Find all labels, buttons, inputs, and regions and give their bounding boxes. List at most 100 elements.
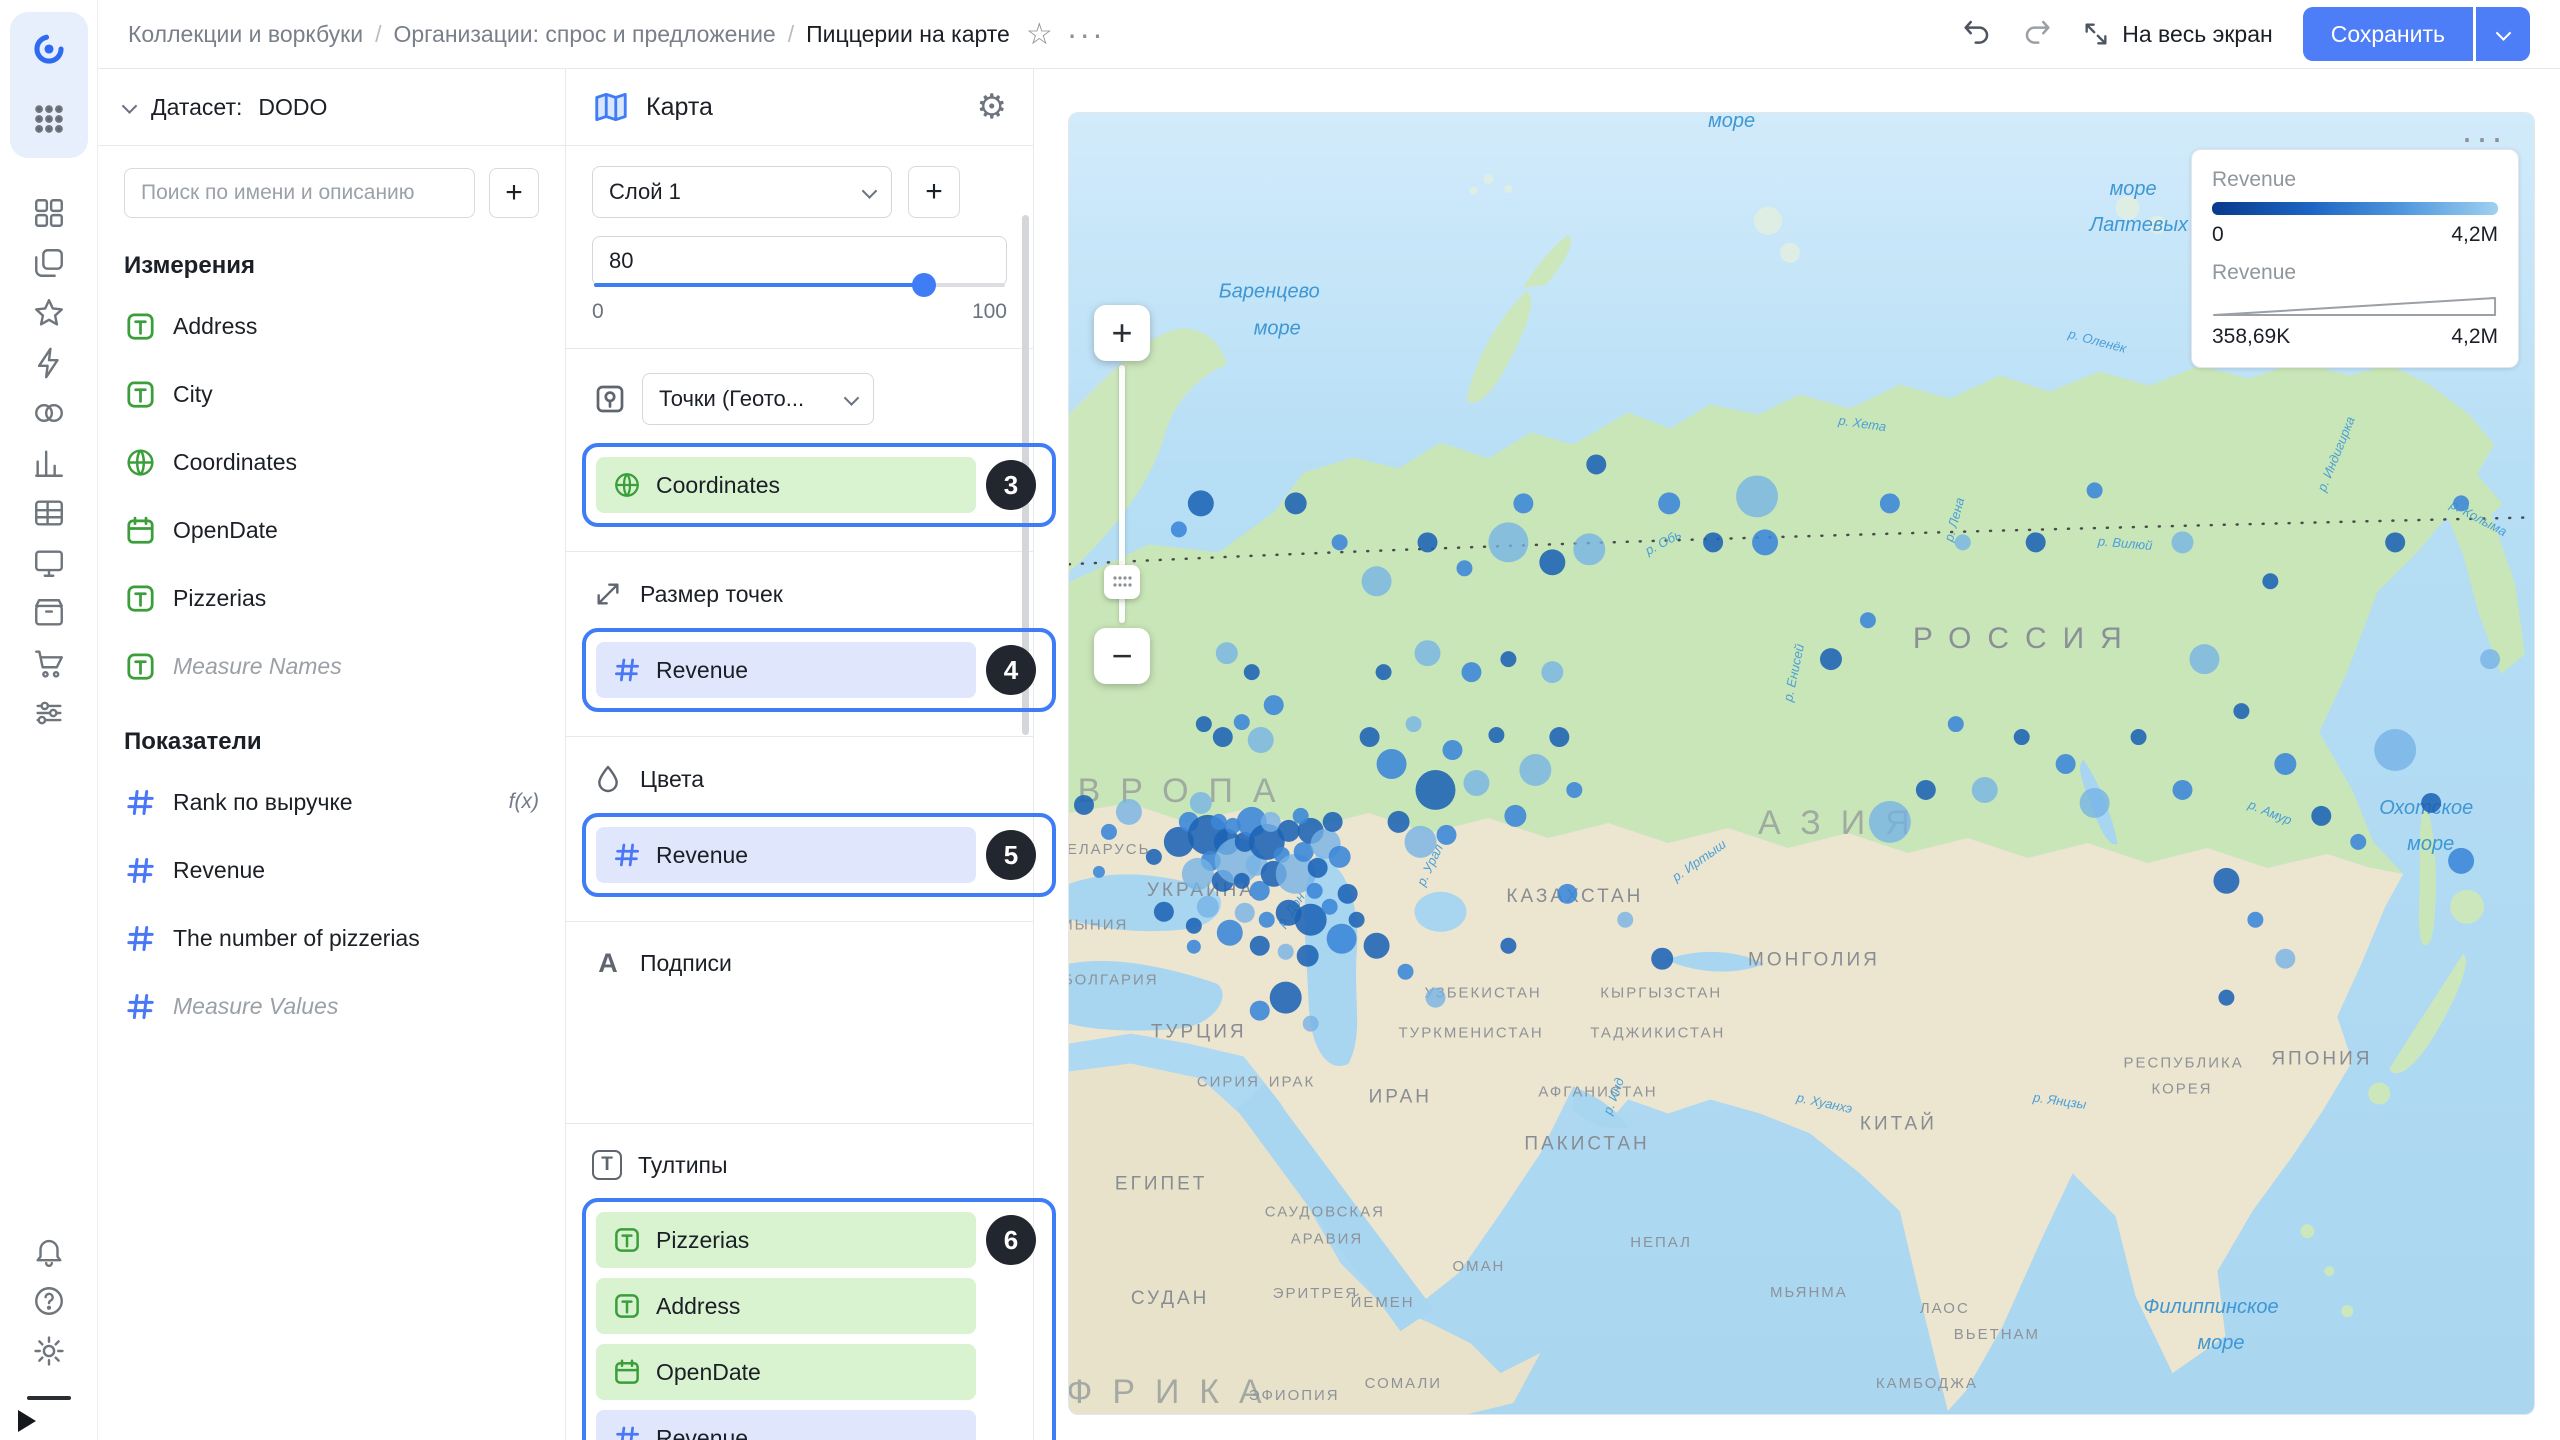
labels-section-header: A Подписи bbox=[592, 948, 1007, 979]
fullscreen-button[interactable]: На весь экран bbox=[2082, 20, 2273, 48]
tooltip-field-chip[interactable]: Address bbox=[596, 1278, 976, 1334]
chart-type-title: Карта bbox=[646, 93, 713, 122]
dimension-item[interactable]: Address bbox=[98, 292, 565, 360]
measure-field-icon bbox=[124, 786, 157, 819]
tooltip-field-chip[interactable]: Revenue bbox=[596, 1410, 976, 1440]
settings-gear-icon[interactable] bbox=[21, 1326, 77, 1376]
opacity-slider-handle[interactable] bbox=[912, 273, 936, 297]
colors-field-chip[interactable]: Revenue bbox=[596, 827, 976, 883]
svg-text:ЙЕМЕН: ЙЕМЕН bbox=[1351, 1293, 1415, 1311]
shortcuts-icon[interactable] bbox=[21, 338, 77, 388]
chevron-down-icon bbox=[2495, 25, 2511, 41]
chevron-down-icon bbox=[844, 390, 860, 406]
svg-text:ЭРИТРЕЯ: ЭРИТРЕЯ bbox=[1273, 1285, 1358, 1302]
svg-text:НЕПАЛ: НЕПАЛ bbox=[1630, 1234, 1692, 1251]
chart-config-panel: Карта ⚙ Слой 1 + 80 bbox=[566, 69, 1034, 1440]
measure-field-icon bbox=[612, 655, 642, 685]
measure-item[interactable]: Revenue bbox=[98, 836, 565, 904]
svg-text:ИРАК: ИРАК bbox=[1269, 1074, 1315, 1091]
svg-text:ЯПОНИЯ: ЯПОНИЯ bbox=[2271, 1049, 2372, 1070]
svg-text:РЕСПУБЛИКА: РЕСПУБЛИКА bbox=[2124, 1055, 2244, 1072]
annotation-badge-6: 6 bbox=[986, 1215, 1036, 1265]
dimension-item[interactable]: Pizzerias bbox=[98, 564, 565, 632]
chart-settings-gear-icon[interactable]: ⚙ bbox=[977, 87, 1007, 127]
redo-icon[interactable] bbox=[2022, 17, 2052, 52]
save-dropdown-button[interactable] bbox=[2476, 7, 2530, 61]
dataset-name[interactable]: DODO bbox=[258, 94, 327, 121]
zoom-in-button[interactable]: + bbox=[1094, 305, 1150, 361]
measures-list: Rank по выручкеf(x)RevenueThe number of … bbox=[98, 768, 565, 1040]
ruler-tool-button[interactable] bbox=[1104, 565, 1140, 599]
dimension-item[interactable]: Measure Names bbox=[98, 632, 565, 700]
breadcrumb-workbook[interactable]: Организации: спрос и предложение bbox=[393, 21, 775, 48]
legend-color-min: 0 bbox=[2212, 223, 2224, 247]
size-field-chip[interactable]: Revenue bbox=[596, 642, 976, 698]
widgets-icon[interactable] bbox=[21, 188, 77, 238]
geotype-select[interactable]: Точки (Геото... bbox=[642, 373, 874, 425]
datalens-logo[interactable] bbox=[21, 24, 77, 74]
add-field-button[interactable]: + bbox=[489, 168, 539, 218]
tooltip-field-chip[interactable]: Pizzerias bbox=[596, 1212, 976, 1268]
tooltips-section-header: T Тултипы bbox=[592, 1150, 1007, 1180]
storage-icon[interactable] bbox=[21, 588, 77, 638]
connections-icon[interactable] bbox=[21, 388, 77, 438]
collections-icon[interactable] bbox=[21, 238, 77, 288]
undo-icon[interactable] bbox=[1962, 17, 1992, 52]
dimension-item[interactable]: City bbox=[98, 360, 565, 428]
svg-text:ЕГИПЕТ: ЕГИПЕТ bbox=[1115, 1173, 1207, 1194]
layer-select[interactable]: Слой 1 bbox=[592, 166, 892, 218]
layer-opacity-control: 80 bbox=[592, 236, 1007, 286]
geo-field-icon bbox=[124, 446, 157, 479]
svg-text:ВЬЕТНАМ: ВЬЕТНАМ bbox=[1954, 1326, 2040, 1343]
svg-text:море: море bbox=[2197, 1332, 2244, 1354]
svg-text:ТУРЦИЯ: ТУРЦИЯ bbox=[1151, 1022, 1247, 1043]
annotation-outline-size: Revenue 4 bbox=[582, 628, 1056, 712]
svg-text:МОНГОЛИЯ: МОНГОЛИЯ bbox=[1748, 950, 1880, 971]
favorite-star-icon[interactable]: ☆ bbox=[1026, 17, 1053, 52]
measure-field-icon bbox=[124, 922, 157, 955]
favorites-icon[interactable] bbox=[21, 288, 77, 338]
zoom-out-button[interactable]: − bbox=[1094, 628, 1150, 684]
legend-color-max: 4,2M bbox=[2451, 223, 2498, 247]
svg-text:РУМЫНИЯ: РУМЫНИЯ bbox=[1069, 917, 1128, 934]
tooltip-field-chip[interactable]: OpenDate bbox=[596, 1344, 976, 1400]
geopoints-icon bbox=[592, 381, 628, 417]
dataset-header[interactable]: Датасет: DODO bbox=[98, 69, 565, 146]
opacity-slider[interactable] bbox=[594, 283, 1005, 287]
opacity-max-label: 100 bbox=[972, 300, 1007, 324]
opacity-value[interactable]: 80 bbox=[592, 236, 1007, 286]
dimension-item[interactable]: Coordinates bbox=[98, 428, 565, 496]
svg-text:ЭФИОПИЯ: ЭФИОПИЯ bbox=[1249, 1387, 1340, 1404]
geopoints-field-chip[interactable]: Coordinates bbox=[596, 457, 976, 513]
size-section-header: Размер точек bbox=[592, 578, 1007, 610]
marketplace-icon[interactable] bbox=[21, 638, 77, 688]
left-nav-rail bbox=[0, 0, 98, 1440]
dashboards-icon[interactable] bbox=[21, 538, 77, 588]
breadcrumb-collections[interactable]: Коллекции и воркбуки bbox=[128, 21, 363, 48]
date-field-icon bbox=[124, 514, 157, 547]
more-actions-icon[interactable]: ··· bbox=[1067, 24, 1105, 44]
charts-icon[interactable] bbox=[21, 438, 77, 488]
legend-size-title: Revenue bbox=[2212, 261, 2498, 285]
dimension-item[interactable]: OpenDate bbox=[98, 496, 565, 564]
measure-item[interactable]: Rank по выручкеf(x) bbox=[98, 768, 565, 836]
svg-text:море: море bbox=[2407, 833, 2454, 855]
svg-text:ОМАН: ОМАН bbox=[1452, 1258, 1505, 1275]
annotation-outline-points: Coordinates 3 bbox=[582, 443, 1056, 527]
services-icon[interactable] bbox=[21, 688, 77, 738]
svg-text:БОЛГАРИЯ: БОЛГАРИЯ bbox=[1069, 972, 1159, 989]
notifications-bell-icon[interactable] bbox=[21, 1226, 77, 1276]
rail-collapse-handle[interactable] bbox=[27, 1396, 71, 1400]
apps-grid-icon[interactable] bbox=[21, 94, 77, 144]
help-icon[interactable] bbox=[21, 1276, 77, 1326]
measure-item[interactable]: Measure Values bbox=[98, 972, 565, 1040]
play-expander-icon[interactable] bbox=[18, 1410, 36, 1432]
datasets-icon[interactable] bbox=[21, 488, 77, 538]
save-button[interactable]: Сохранить bbox=[2303, 7, 2473, 61]
add-layer-button[interactable]: + bbox=[908, 166, 960, 218]
measure-item[interactable]: The number of pizzerias bbox=[98, 904, 565, 972]
field-search-input[interactable] bbox=[124, 168, 475, 218]
svg-text:АФГАНИСТАН: АФГАНИСТАН bbox=[1538, 1083, 1657, 1100]
text-field-icon bbox=[124, 310, 157, 343]
dataset-label: Датасет: bbox=[151, 94, 242, 121]
